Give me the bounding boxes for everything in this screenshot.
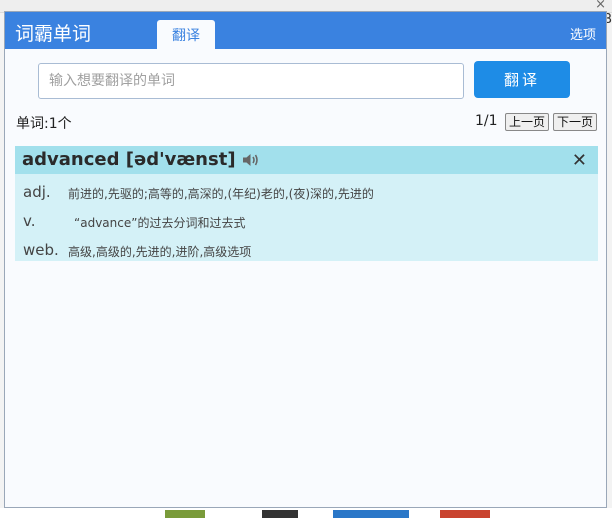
- background-thumbnail: [440, 510, 490, 518]
- background-thumbnail: [165, 510, 205, 518]
- popup-header: 词霸单词 翻译 选项: [5, 12, 606, 49]
- definition-text: “advance”的过去分词和过去式: [74, 216, 246, 230]
- definition-text: 高级,高级的,先进的,进阶,高级选项: [68, 245, 252, 259]
- app-title: 词霸单词: [15, 23, 92, 45]
- word-count: 单词:1个: [16, 116, 72, 132]
- definition-text: 前进的,先驱的;高等的,高深的,(年纪)老的,(夜)深的,先进的: [68, 187, 374, 201]
- tab-translate[interactable]: 翻译: [157, 20, 215, 49]
- speaker-icon[interactable]: [242, 152, 260, 168]
- close-icon[interactable]: ✕: [572, 150, 587, 171]
- background-thumbnail: [333, 510, 409, 518]
- dictionary-popup: 词霸单词 翻译 选项 翻译 单词:1个 1/1 上一页 下一页 advanced…: [4, 11, 607, 508]
- translate-button[interactable]: 翻译: [474, 61, 570, 98]
- background-bottom-strip: [0, 508, 612, 518]
- part-of-speech: web.: [23, 241, 59, 259]
- part-of-speech: v.: [23, 212, 36, 230]
- options-link[interactable]: 选项: [570, 24, 596, 43]
- background-thumbnail: [262, 510, 298, 518]
- word-entry-card: advanced [əd'vænst] ✕ adj. 前进的,先驱的;高等的,高…: [15, 146, 598, 261]
- headword: advanced [əd'vænst]: [22, 149, 236, 170]
- search-input[interactable]: [38, 63, 464, 99]
- page-indicator: 1/1: [475, 113, 498, 129]
- next-page-button[interactable]: 下一页: [553, 113, 597, 131]
- part-of-speech: adj.: [23, 183, 51, 201]
- word-entry-header: advanced [əd'vænst] ✕: [15, 146, 598, 174]
- prev-page-button[interactable]: 上一页: [505, 113, 549, 131]
